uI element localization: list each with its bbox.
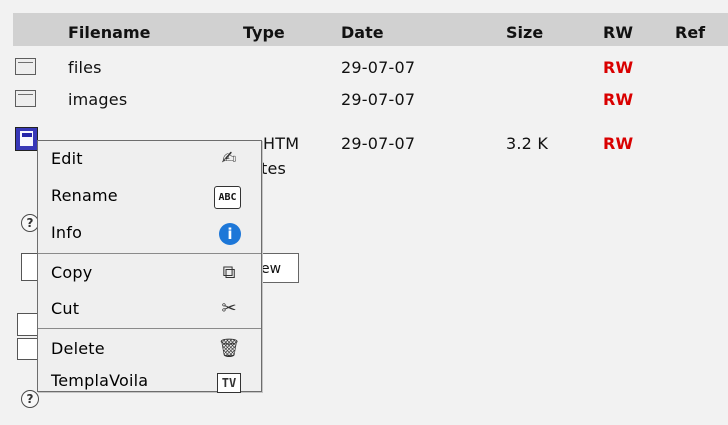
menu-item-edit[interactable]: Edit ✍: [38, 141, 261, 178]
menu-item-rename[interactable]: Rename ABC: [38, 178, 261, 215]
delete-icon: 🗑: [217, 338, 241, 359]
menu-item-templavoila[interactable]: TemplaVoila TV: [38, 363, 261, 400]
menu-item-label: Delete: [51, 339, 105, 358]
menu-separator: [38, 253, 261, 254]
cut-icon: ✂: [221, 298, 237, 319]
menu-item-copy[interactable]: Copy ⧉: [38, 255, 261, 292]
info-icon: i: [219, 223, 241, 245]
menu-item-label: TemplaVoila: [51, 371, 149, 390]
copy-icon: ⧉: [222, 262, 236, 283]
menu-item-label: Copy: [51, 263, 93, 282]
file-context-menu: Edit ✍ Rename ABC Info i Copy ⧉ Cut ✂ De…: [37, 140, 262, 393]
file-browser-page: Filename Type Date Size RW Ref files 29-…: [0, 0, 728, 425]
menu-separator: [38, 328, 261, 329]
templavoila-icon: TV: [217, 373, 241, 393]
menu-item-label: Edit: [51, 149, 83, 168]
menu-item-cut[interactable]: Cut ✂: [38, 291, 261, 328]
rename-icon: ABC: [214, 186, 241, 209]
edit-icon: ✍: [221, 148, 237, 169]
menu-item-label: Cut: [51, 299, 80, 318]
menu-item-label: Rename: [51, 186, 118, 205]
help-icon-lower[interactable]: ?: [21, 390, 39, 408]
menu-item-info[interactable]: Info i: [38, 215, 261, 252]
menu-item-label: Info: [51, 223, 83, 242]
